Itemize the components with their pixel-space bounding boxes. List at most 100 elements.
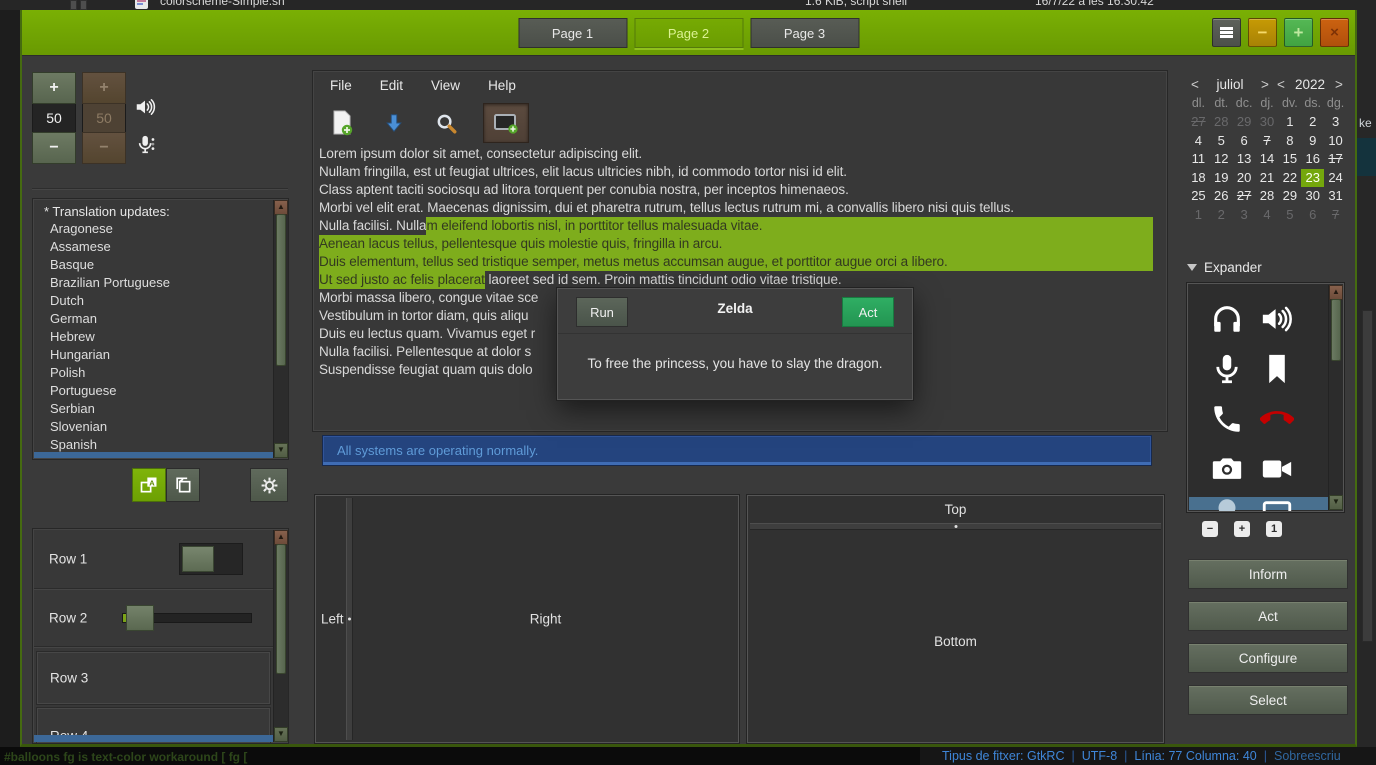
calendar-day[interactable]: 22: [1278, 169, 1301, 188]
calendar-day[interactable]: 6: [1301, 206, 1324, 225]
translate-button[interactable]: A: [132, 468, 166, 502]
calendar-day[interactable]: 28: [1210, 113, 1233, 132]
calendar-day[interactable]: 16: [1301, 150, 1324, 169]
scroll-down-icon[interactable]: ▼: [274, 443, 288, 458]
calendar-day[interactable]: 8: [1278, 132, 1301, 151]
calendar-day[interactable]: 19: [1210, 169, 1233, 188]
scrollbar-thumb[interactable]: [1331, 299, 1341, 361]
scrollbar-thumb[interactable]: [276, 214, 286, 366]
calendar-day[interactable]: 18: [1187, 169, 1210, 188]
calendar-day[interactable]: 15: [1278, 150, 1301, 169]
calendar-day[interactable]: 31: [1324, 187, 1347, 206]
calendar-day[interactable]: 27: [1233, 187, 1256, 206]
calendar-day[interactable]: 28: [1256, 187, 1279, 206]
menu-icon[interactable]: [1212, 18, 1241, 47]
list-scrollbar[interactable]: ▲ ▼: [273, 200, 288, 458]
calendar-day[interactable]: 12: [1210, 150, 1233, 169]
menu-help[interactable]: Help: [481, 76, 523, 95]
zoom-in-icon[interactable]: +: [1234, 521, 1250, 537]
screenshot-icon[interactable]: [483, 103, 529, 143]
tab-page-2[interactable]: Page 2: [634, 18, 743, 48]
calendar-day[interactable]: 2: [1301, 113, 1324, 132]
list-item-serbian[interactable]: Serbian: [34, 400, 273, 418]
calendar-day[interactable]: 30: [1301, 187, 1324, 206]
slider[interactable]: [122, 613, 252, 623]
monitor-icon[interactable]: [1260, 497, 1294, 512]
camera-icon[interactable]: [1210, 452, 1244, 486]
list-item-hungarian[interactable]: Hungarian: [34, 346, 273, 364]
download-icon[interactable]: [379, 107, 409, 139]
calendar-day[interactable]: 1: [1187, 206, 1210, 225]
rows-selected-partial[interactable]: [34, 735, 274, 742]
speaker-icon[interactable]: [1260, 302, 1294, 336]
scroll-down-icon[interactable]: ▼: [1329, 495, 1343, 510]
video-camera-icon[interactable]: [1260, 452, 1294, 486]
phone-icon[interactable]: [1210, 402, 1244, 436]
list-row-1[interactable]: Row 1: [34, 530, 273, 589]
calendar-day[interactable]: 7: [1324, 206, 1347, 225]
tab-page-3[interactable]: Page 3: [750, 18, 859, 48]
menu-file[interactable]: File: [323, 76, 359, 95]
pane-separator-vertical[interactable]: [346, 498, 353, 740]
scrollbar-thumb[interactable]: [276, 544, 286, 674]
spin-value[interactable]: 50: [32, 104, 76, 132]
calendar-day[interactable]: 29: [1233, 113, 1256, 132]
expander-arrow-icon[interactable]: [1187, 264, 1197, 271]
act-button[interactable]: Act: [842, 297, 894, 327]
calendar-day[interactable]: 7: [1256, 132, 1279, 151]
select-button[interactable]: Select: [1188, 685, 1348, 715]
calendar-day[interactable]: 5: [1210, 132, 1233, 151]
calendar-day[interactable]: 3: [1324, 113, 1347, 132]
scroll-down-icon[interactable]: ▼: [274, 727, 288, 742]
spin-plus-button[interactable]: +: [32, 72, 76, 104]
calendar-day[interactable]: 24: [1324, 169, 1347, 188]
headphones-icon[interactable]: [1210, 302, 1244, 336]
list-item-brazilian-portuguese[interactable]: Brazilian Portuguese: [34, 274, 273, 292]
toggle-switch[interactable]: [179, 543, 243, 575]
list-item-german[interactable]: German: [34, 310, 273, 328]
calendar-day[interactable]: 2: [1210, 206, 1233, 225]
list-item-aragonese[interactable]: Aragonese: [34, 220, 273, 238]
list-row-2[interactable]: Row 2: [34, 589, 273, 647]
expander[interactable]: Expander: [1187, 260, 1262, 275]
close-icon[interactable]: ×: [1320, 18, 1349, 47]
list-item-assamese[interactable]: Assamese: [34, 238, 273, 256]
copy-button[interactable]: [166, 468, 200, 502]
calendar-day[interactable]: 30: [1256, 113, 1279, 132]
calendar-day[interactable]: 20: [1233, 169, 1256, 188]
switch-knob[interactable]: [182, 546, 214, 572]
scroll-up-icon[interactable]: ▲: [274, 200, 288, 215]
minimize-icon[interactable]: −: [1248, 18, 1277, 47]
pane-separator-horizontal[interactable]: [750, 523, 1161, 530]
calendar-next-month-icon[interactable]: >: [1257, 77, 1273, 92]
list-item-portuguese[interactable]: Portuguese: [34, 382, 273, 400]
calendar-day[interactable]: 13: [1233, 150, 1256, 169]
zoom-original-icon[interactable]: 1: [1266, 521, 1282, 537]
tab-page-1[interactable]: Page 1: [518, 18, 627, 48]
bookmark-icon[interactable]: [1260, 352, 1294, 386]
spin-minus-button[interactable]: −: [32, 132, 76, 164]
menu-edit[interactable]: Edit: [373, 76, 410, 95]
calendar-day[interactable]: 4: [1187, 132, 1210, 151]
list-item-polish[interactable]: Polish: [34, 364, 273, 382]
slider-handle[interactable]: [126, 605, 154, 631]
calendar-day-selected[interactable]: 23: [1301, 169, 1324, 188]
titlebar[interactable]: Page 1Page 2Page 3 − + ×: [22, 10, 1355, 56]
list-row-3[interactable]: Row 3: [36, 651, 271, 705]
menu-view[interactable]: View: [424, 76, 467, 95]
calendar-prev-year-icon[interactable]: <: [1273, 77, 1289, 92]
calendar-day[interactable]: 4: [1256, 206, 1279, 225]
calendar-day[interactable]: 17: [1324, 150, 1347, 169]
list-item-dutch[interactable]: Dutch: [34, 292, 273, 310]
calendar-day[interactable]: 1: [1278, 113, 1301, 132]
calendar-day[interactable]: 21: [1256, 169, 1279, 188]
calendar-prev-month-icon[interactable]: <: [1187, 77, 1203, 92]
act-button[interactable]: Act: [1188, 601, 1348, 631]
calendar-day[interactable]: 27: [1187, 113, 1210, 132]
scroll-up-icon[interactable]: ▲: [274, 530, 288, 545]
rows-scrollbar[interactable]: ▲ ▼: [273, 530, 288, 742]
calendar-day[interactable]: 9: [1301, 132, 1324, 151]
calendar-day[interactable]: 29: [1278, 187, 1301, 206]
calendar-day[interactable]: 25: [1187, 187, 1210, 206]
calendar-next-year-icon[interactable]: >: [1331, 77, 1347, 92]
